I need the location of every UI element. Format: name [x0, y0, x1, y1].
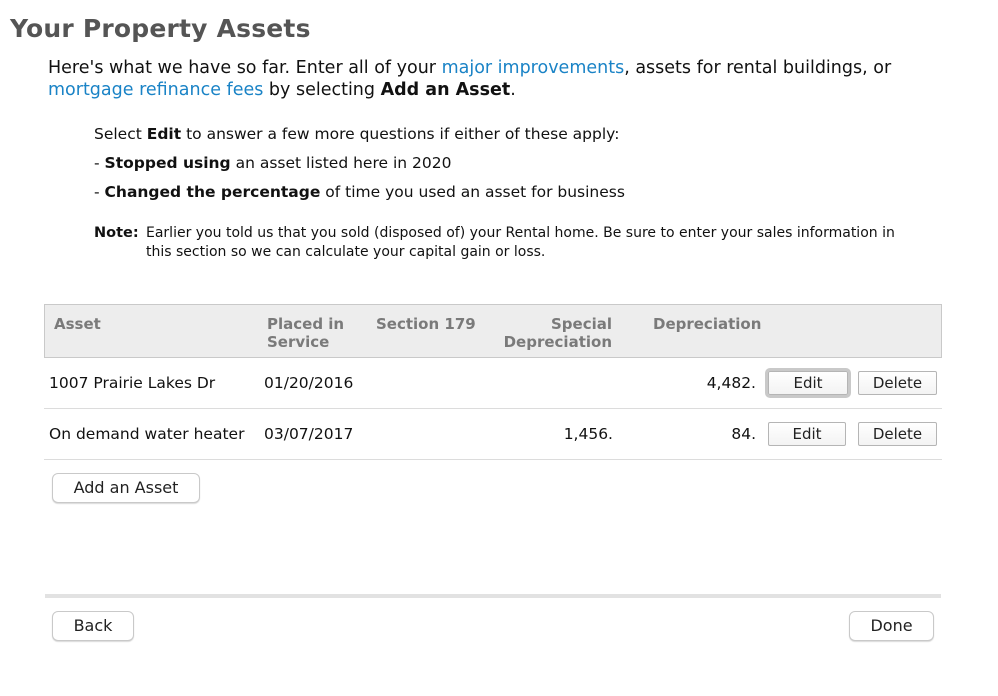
- header-placed-line1: Placed in: [267, 315, 345, 333]
- instruction-line-2: - Stopped using an asset listed here in …: [94, 151, 914, 180]
- cell-asset: 1007 Prairie Lakes Dr: [49, 374, 216, 392]
- instruction-1-pre: Select: [94, 125, 147, 143]
- instruction-2-post: an asset listed here in 2020: [230, 154, 452, 172]
- header-section-179: Section 179: [376, 315, 476, 333]
- mortgage-refinance-fees-link[interactable]: mortgage refinance fees: [48, 80, 263, 100]
- note-label: Note:: [94, 225, 139, 241]
- instruction-3-post: of time you used an asset for business: [320, 183, 625, 201]
- intro-text-3: by selecting: [263, 80, 381, 100]
- instruction-line-3: - Changed the percentage of time you use…: [94, 180, 914, 209]
- major-improvements-link[interactable]: major improvements: [442, 58, 625, 78]
- instruction-3-pre: -: [94, 183, 105, 201]
- instructions-block: Select Edit to answer a few more questio…: [94, 122, 914, 209]
- instruction-2-bold: Stopped using: [104, 154, 231, 172]
- header-depreciation: Depreciation: [653, 315, 762, 333]
- intro-text-2: , assets for rental buildings, or: [624, 58, 892, 78]
- cell-placed-in-service: 03/07/2017: [264, 425, 354, 443]
- footer-divider: [45, 594, 941, 598]
- instruction-3-bold: Changed the percentage: [104, 183, 321, 201]
- instruction-1-bold: Edit: [146, 125, 182, 143]
- assets-table: Asset Placed in Service Section 179 Spec…: [44, 304, 942, 460]
- header-placed-in-service: Placed in Service: [267, 315, 344, 351]
- cell-placed-in-service: 01/20/2016: [264, 374, 354, 392]
- cell-depreciation: 84.: [731, 425, 756, 443]
- cell-depreciation: 4,482.: [706, 374, 756, 392]
- intro-bold-add-asset: Add an Asset: [380, 80, 511, 100]
- property-assets-page: Your Property Assets Here's what we have…: [0, 0, 998, 696]
- done-button[interactable]: Done: [849, 611, 934, 641]
- intro-paragraph: Here's what we have so far. Enter all of…: [48, 57, 948, 101]
- table-row: On demand water heater 03/07/2017 1,456.…: [44, 409, 942, 460]
- add-asset-button[interactable]: Add an Asset: [52, 473, 200, 503]
- edit-button[interactable]: Edit: [765, 368, 851, 398]
- page-title: Your Property Assets: [10, 14, 311, 43]
- delete-button[interactable]: Delete: [858, 371, 937, 395]
- instruction-line-1: Select Edit to answer a few more questio…: [94, 122, 914, 151]
- note-text: Earlier you told us that you sold (dispo…: [146, 225, 895, 260]
- header-special-depreciation: Special Depreciation: [485, 315, 612, 351]
- intro-text-4: .: [510, 80, 516, 100]
- back-button[interactable]: Back: [52, 611, 134, 641]
- instruction-2-pre: -: [94, 154, 105, 172]
- cell-special-depreciation: 1,456.: [563, 425, 613, 443]
- edit-button[interactable]: Edit: [768, 422, 846, 446]
- header-special-line1: Special: [550, 315, 612, 333]
- header-special-line2: Depreciation: [503, 333, 612, 351]
- instruction-1-post: to answer a few more questions if either…: [181, 125, 620, 143]
- delete-button[interactable]: Delete: [858, 422, 937, 446]
- sale-note: Note: Earlier you told us that you sold …: [94, 224, 914, 262]
- assets-table-header: Asset Placed in Service Section 179 Spec…: [44, 304, 942, 358]
- header-asset: Asset: [54, 315, 101, 333]
- header-placed-line2: Service: [267, 333, 330, 351]
- intro-text-1: Here's what we have so far. Enter all of…: [48, 58, 442, 78]
- cell-asset: On demand water heater: [49, 425, 245, 443]
- table-row: 1007 Prairie Lakes Dr 01/20/2016 4,482. …: [44, 358, 942, 409]
